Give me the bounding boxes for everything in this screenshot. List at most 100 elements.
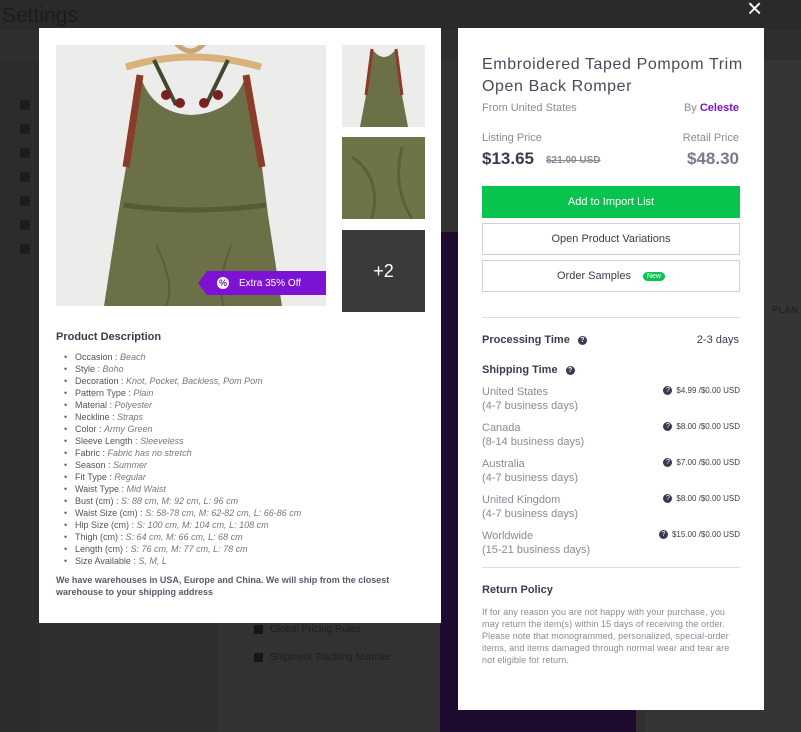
description-value: Straps — [117, 412, 144, 422]
shipping-cost: ? $8.00 /$0.00 USD — [663, 494, 740, 503]
shipping-row: Worldwide (15-21 business days)? $15.00 /$… — [482, 530, 740, 557]
add-to-import-list-button[interactable]: Add to Import List — [482, 186, 740, 218]
background-check — [254, 653, 263, 662]
description-key: Occasion — [75, 352, 113, 362]
help-icon[interactable]: ? — [577, 335, 587, 345]
description-value: Boho — [102, 364, 124, 374]
description-key: Fabric — [75, 448, 101, 458]
description-item: Bust (cm) : S: 88 cm, M: 92 cm, L: 96 cm — [64, 495, 301, 507]
description-title: Product Description — [56, 331, 162, 343]
help-icon[interactable]: ? — [663, 494, 673, 503]
return-policy-label: Return Policy — [482, 584, 553, 596]
description-value: Mid Waist — [126, 484, 166, 494]
shipping-cost: ? $7.00 /$0.00 USD — [663, 458, 740, 467]
processing-time-value: 2-3 days — [696, 334, 739, 346]
by-label: By — [683, 102, 697, 114]
retail-price: $48.30 — [687, 149, 739, 168]
open-variations-button[interactable]: Open Product Variations — [482, 223, 740, 255]
description-item: Sleeve Length : Sleeveless — [64, 435, 301, 447]
shipping-time-text: Shipping Time — [482, 364, 558, 376]
description-key: Thigh (cm) — [75, 532, 119, 542]
listing-price-label: Listing Price — [482, 132, 542, 144]
background-text: PLAN — [772, 305, 799, 316]
product-gallery-panel: +2 % Extra 35% Off Product Description O… — [39, 28, 441, 623]
description-item: Fabric : Fabric has no stretch — [64, 447, 301, 459]
description-item: Season : Summer — [64, 459, 301, 471]
help-icon[interactable]: ? — [663, 422, 673, 431]
description-value: S: 58-78 cm, M: 62-82 cm, L: 66-86 cm — [145, 508, 302, 518]
description-value: S: 88 cm, M: 92 cm, L: 96 cm — [121, 496, 239, 506]
description-key: Fit Type — [75, 472, 107, 482]
shipping-cost-value: $8.00 /$0.00 USD — [676, 422, 740, 431]
shipping-cost: ? $8.00 /$0.00 USD — [663, 422, 740, 431]
background-page-title: Settings — [2, 4, 78, 27]
description-value: Army Green — [104, 424, 153, 434]
help-icon[interactable]: ? — [663, 386, 673, 395]
return-policy-text: If for any reason you are not happy with… — [482, 607, 730, 665]
listing-price: $13.65 — [482, 149, 534, 168]
more-images-button[interactable]: +2 — [342, 230, 425, 312]
background-sidebar — [0, 60, 40, 732]
product-origin: From United States — [482, 102, 577, 114]
thumbnail-image — [342, 45, 425, 127]
description-value: Fabric has no stretch — [107, 448, 192, 458]
shipping-row: Canada (8-14 business days)? $8.00 /$0.00 … — [482, 422, 740, 449]
thumbnail-image — [342, 137, 425, 219]
shipping-cost: ? $15.00 /$0.00 USD — [658, 530, 740, 539]
shipping-cost-value: $15.00 /$0.00 USD — [671, 530, 740, 539]
description-value: Regular — [114, 472, 146, 482]
description-item: Length (cm) : S: 76 cm, M: 77 cm, L: 78 … — [64, 543, 301, 555]
description-key: Size Available — [75, 556, 131, 566]
description-item: Thigh (cm) : S: 64 cm, M: 66 cm, L: 68 c… — [64, 531, 301, 543]
description-value: S: 76 cm, M: 77 cm, L: 78 cm — [130, 544, 248, 554]
processing-time-text: Processing Time — [482, 334, 570, 346]
description-value: Plain — [133, 388, 154, 398]
description-key: Neckline — [75, 412, 110, 422]
order-samples-button[interactable]: Order Samples New — [482, 260, 740, 292]
description-key: Season — [75, 460, 106, 470]
shipping-row: United Kingdom (4-7 business days)? $8.00 … — [482, 494, 740, 521]
shipping-cost-value: $8.00 /$0.00 USD — [676, 494, 740, 503]
shipping-time-label: Shipping Time ? — [482, 364, 575, 376]
description-item: Material : Polyester — [64, 399, 301, 411]
close-icon[interactable]: × — [747, 0, 762, 21]
description-value: Beach — [120, 352, 146, 362]
description-value: Sleeveless — [140, 436, 184, 446]
help-icon[interactable]: ? — [658, 530, 668, 539]
description-key: Length (cm) — [75, 544, 124, 554]
sidebar-icon — [20, 196, 30, 206]
discount-badge: % Extra 35% Off — [198, 271, 326, 295]
description-item: Pattern Type : Plain — [64, 387, 301, 399]
description-value: S: 100 cm, M: 104 cm, L: 108 cm — [136, 520, 269, 530]
product-main-image[interactable] — [56, 45, 326, 306]
shipping-cost-value: $7.00 /$0.00 USD — [676, 458, 740, 467]
shipping-days: (15-21 business days) — [482, 544, 591, 556]
description-key: Material — [75, 400, 108, 410]
shipping-days: (4-7 business days) — [482, 400, 578, 412]
help-icon[interactable]: ? — [565, 365, 575, 375]
description-item: Neckline : Straps — [64, 411, 301, 423]
sidebar-icon — [20, 172, 30, 182]
description-value: Knot, Pocket, Backless, Pom Pom — [126, 376, 263, 386]
supplier-link[interactable]: Celeste — [700, 102, 739, 114]
description-item: Fit Type : Regular — [64, 471, 301, 483]
description-value: Summer — [113, 460, 148, 470]
description-item: Style : Boho — [64, 363, 301, 375]
sidebar-icon — [20, 124, 30, 134]
help-icon[interactable]: ? — [663, 458, 673, 467]
product-thumbnail[interactable] — [342, 45, 425, 127]
description-key: Waist Size (cm) — [75, 508, 138, 518]
sidebar-icon — [20, 220, 30, 230]
shipping-days: (4-7 business days) — [482, 508, 578, 520]
romper-image — [56, 45, 326, 306]
discount-text: Extra 35% Off — [239, 277, 302, 289]
description-key: Decoration — [75, 376, 119, 386]
processing-time-label: Processing Time ? — [482, 334, 587, 346]
description-key: Bust (cm) — [75, 496, 114, 506]
percent-badge-icon: % — [217, 277, 229, 289]
background-topbar — [0, 0, 801, 30]
description-value: S, M, L — [138, 556, 167, 566]
product-thumbnail[interactable] — [342, 137, 425, 219]
shipping-cost: ? $4.99 /$0.00 USD — [663, 386, 740, 395]
description-list: Occasion : BeachStyle : BohoDecoration :… — [64, 351, 302, 567]
